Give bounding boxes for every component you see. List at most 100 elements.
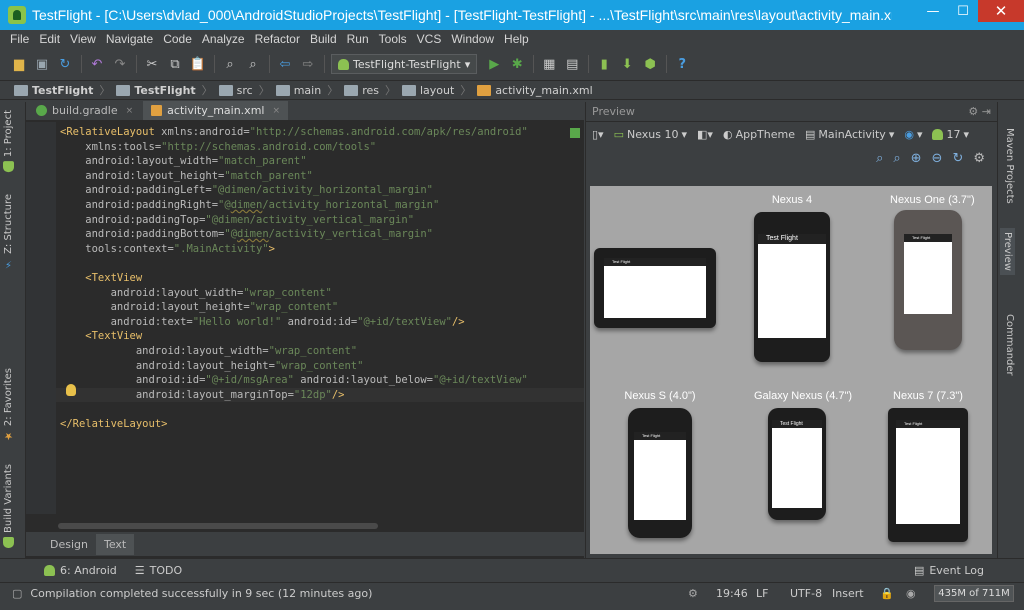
code-line[interactable]: tools:context=".MainActivity"> [60, 242, 528, 257]
settings-icon[interactable]: ⚙ [973, 151, 985, 166]
device-preview-nexus-4[interactable]: Nexus 4 Test Flight [754, 190, 830, 362]
tool-tab-maven-projects[interactable]: Maven Projects [1004, 128, 1015, 204]
save-icon[interactable]: ▣ [33, 55, 51, 73]
menu-build[interactable]: Build [310, 32, 337, 46]
code-line[interactable]: android:id="@+id/msgArea" android:layout… [60, 373, 528, 388]
lock-icon[interactable]: 🔒 [880, 587, 894, 600]
help-icon[interactable]: ? [673, 55, 691, 73]
activity-select[interactable]: ▤ MainActivity ▾ [805, 128, 894, 141]
tool-tab-project[interactable]: 1: Project [3, 110, 14, 173]
close-icon[interactable]: × [126, 106, 134, 116]
android-monitor-icon[interactable]: ⬢ [641, 55, 659, 73]
menu-file[interactable]: File [10, 32, 29, 46]
horizontal-scrollbar[interactable] [56, 522, 576, 530]
refresh-icon[interactable]: ↻ [952, 151, 963, 166]
tool-tab-commander[interactable]: Commander [1004, 314, 1015, 376]
inspector-icon[interactable]: ◉ [906, 587, 916, 600]
menu-vcs[interactable]: VCS [417, 32, 442, 46]
breadcrumb-item[interactable]: TestFlight 〉 [14, 82, 110, 98]
zoom-in-icon[interactable]: ⊕ [911, 151, 922, 166]
code-line[interactable]: android:paddingBottom="@dimen/activity_v… [60, 227, 528, 242]
tool-tab-event-log[interactable]: ▤ Event Log [914, 564, 984, 577]
code-text[interactable]: <RelativeLayout xmlns:android="http://sc… [60, 125, 528, 431]
locale-select[interactable]: ◉ ▾ [904, 128, 922, 141]
device-preview-galaxy-nexus[interactable]: Galaxy Nexus (4.7") Test Flight [754, 390, 852, 530]
tab-activity-main-xml[interactable]: activity_main.xml × [143, 101, 289, 120]
device-preview-nexus-one[interactable]: Nexus One (3.7") Test Flight [890, 190, 975, 362]
layout-file-icon[interactable]: ▯▾ [592, 128, 604, 141]
debug-icon[interactable]: ✱ [508, 55, 526, 73]
memory-indicator[interactable]: 435M of 711M [934, 585, 1014, 602]
line-separator[interactable]: LF [756, 587, 768, 600]
tab-design[interactable]: Design [42, 534, 96, 555]
code-line[interactable]: android:layout_width="wrap_content" [60, 286, 528, 301]
settings-icon[interactable]: ▤ [563, 55, 581, 73]
code-line[interactable]: android:layout_height="match_parent" [60, 169, 528, 184]
code-line[interactable]: android:layout_marginTop="12dp"/> [60, 388, 528, 403]
code-line[interactable]: xmlns:tools="http://schemas.android.com/… [60, 140, 528, 155]
open-folder-icon[interactable]: ▆ [10, 55, 28, 73]
cut-icon[interactable]: ✂ [143, 55, 161, 73]
menu-run[interactable]: Run [347, 32, 369, 46]
zoom-actual-icon[interactable]: ⌕ [893, 151, 900, 166]
breadcrumb-item[interactable]: TestFlight 〉 [116, 82, 213, 98]
code-line[interactable]: android:paddingRight="@dimen/activity_ho… [60, 198, 528, 213]
zoom-fit-icon[interactable]: ⌕ [876, 151, 883, 166]
sdk-manager-icon[interactable]: ⬇ [618, 55, 636, 73]
paste-icon[interactable]: 📋 [189, 55, 207, 73]
code-line[interactable]: android:paddingTop="@dimen/activity_vert… [60, 213, 528, 228]
code-line[interactable]: android:text="Hello world!" android:id="… [60, 315, 528, 330]
device-preview-nexus-10[interactable]: Test Flight [594, 242, 716, 332]
menu-view[interactable]: View [70, 32, 96, 46]
close-button[interactable]: ✕ [978, 0, 1024, 22]
project-structure-icon[interactable]: ▦ [540, 55, 558, 73]
gear-icon[interactable]: ⚙ [968, 105, 978, 118]
avd-manager-icon[interactable]: ▮ [595, 55, 613, 73]
code-line[interactable]: android:layout_width="wrap_content" [60, 344, 528, 359]
menu-code[interactable]: Code [163, 32, 192, 46]
forward-icon[interactable]: ⇨ [299, 55, 317, 73]
menu-help[interactable]: Help [504, 32, 529, 46]
menu-edit[interactable]: Edit [39, 32, 60, 46]
menu-navigate[interactable]: Navigate [106, 32, 153, 46]
code-line[interactable]: <RelativeLayout xmlns:android="http://sc… [60, 125, 528, 140]
tool-tab-todo[interactable]: ☰ TODO [135, 564, 182, 577]
maximize-button[interactable]: ☐ [948, 0, 978, 22]
breadcrumb-item[interactable]: main 〉 [275, 82, 338, 98]
run-configuration-select[interactable]: TestFlight-TestFlight ▾ [331, 54, 478, 74]
code-line[interactable]: android:layout_height="wrap_content" [60, 300, 528, 315]
code-line[interactable] [60, 256, 528, 271]
back-icon[interactable]: ⇦ [276, 55, 294, 73]
tool-tab-build-variants[interactable]: Build Variants [3, 464, 14, 548]
minimize-button[interactable]: — [918, 0, 948, 22]
device-preview-nexus-7[interactable]: Nexus 7 (7.3") Test Flight [886, 390, 970, 550]
tool-tab-android[interactable]: 6: Android [44, 564, 117, 577]
undo-icon[interactable]: ↶ [88, 55, 106, 73]
device-preview-nexus-s[interactable]: Nexus S (4.0") Test Flight [624, 390, 696, 542]
code-line[interactable]: <TextView [60, 271, 528, 286]
tool-tab-preview[interactable]: Preview [1000, 228, 1015, 275]
device-select[interactable]: ▭ Nexus 10 ▾ [614, 128, 687, 141]
code-line[interactable]: android:layout_height="wrap_content" [60, 359, 528, 374]
find-icon[interactable]: ⌕ [221, 55, 239, 73]
copy-icon[interactable]: ⧉ [166, 55, 184, 73]
hide-icon[interactable]: ⇥ [982, 105, 991, 118]
tab-build-gradle[interactable]: build.gradle × [28, 101, 141, 120]
sync-icon[interactable]: ↻ [56, 55, 74, 73]
code-line[interactable]: android:layout_width="match_parent" [60, 154, 528, 169]
scrollbar-thumb[interactable] [58, 523, 378, 529]
breadcrumb-item[interactable]: layout 〉 [401, 82, 471, 98]
code-line[interactable]: </RelativeLayout> [60, 417, 528, 432]
tool-windows-icon[interactable]: ▢ [12, 587, 22, 600]
breadcrumb-item[interactable]: res 〉 [344, 82, 396, 98]
theme-select[interactable]: ◐ AppTheme [723, 128, 795, 141]
run-icon[interactable]: ▶ [485, 55, 503, 73]
close-icon[interactable]: × [272, 106, 280, 116]
breadcrumb-item[interactable]: src 〉 [218, 82, 270, 98]
file-encoding[interactable]: UTF-8 [790, 587, 822, 600]
code-line[interactable] [60, 402, 528, 417]
tab-text[interactable]: Text [95, 533, 135, 555]
replace-icon[interactable]: ⌕ [244, 55, 262, 73]
tool-tab-structure[interactable]: ⚡ Z: Structure [3, 194, 14, 269]
breadcrumb-item[interactable]: activity_main.xml [477, 84, 593, 97]
